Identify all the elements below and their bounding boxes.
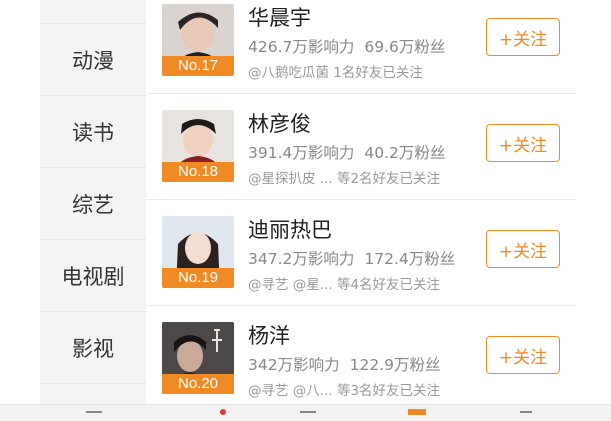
left-margin [0,0,40,420]
category-sidebar: 动漫 读书 综艺 电视剧 影视 [40,0,147,404]
notification-dot-icon [220,409,226,415]
right-margin [576,0,611,404]
list-item[interactable]: No.19 迪丽热巴 347.2万影响力 172.4万粉丝 @寻艺 @星... 等… [146,200,576,306]
avatar[interactable]: No.17 [162,4,234,76]
influence-ranking-list: No.17 华晨宇 426.7万影响力 69.6万粉丝 @八鹅吃瓜菌 1名好友已关… [146,0,576,404]
sidebar-item-previous[interactable] [40,0,146,24]
influence-value: 426.7万影响力 [248,38,355,56]
stats-line: 426.7万影响力 69.6万粉丝 [248,35,445,57]
friends-followed[interactable]: @星探扒皮 ... 等2名好友已关注 [248,167,440,187]
stats-line: 342万影响力 122.9万粉丝 [248,353,440,375]
rank-badge: No.17 [162,56,234,76]
avatar[interactable]: No.20 [162,322,234,394]
influence-value: 391.4万影响力 [248,144,355,162]
avatar[interactable]: No.18 [162,110,234,182]
friends-followed[interactable]: @寻艺 @八... 等3名好友已关注 [248,379,440,399]
tab-icon[interactable] [520,411,532,417]
bottom-tab-bar [0,404,611,421]
tab-icon[interactable] [86,411,102,417]
rank-badge: No.19 [162,268,234,288]
tab-icon[interactable] [408,409,426,415]
sidebar-item-label: 影视 [72,336,114,361]
tab-icon[interactable] [300,411,316,417]
fans-count: 122.9万粉丝 [349,356,441,374]
celebrity-name[interactable]: 杨洋 [248,320,290,350]
sidebar-item-label: 读书 [72,120,114,145]
sidebar-item-film[interactable]: 影视 [40,312,146,384]
celebrity-name[interactable]: 迪丽热巴 [248,214,332,244]
list-item[interactable]: No.17 华晨宇 426.7万影响力 69.6万粉丝 @八鹅吃瓜菌 1名好友已关… [146,0,576,94]
sidebar-item-tv-drama[interactable]: 电视剧 [40,240,146,312]
fans-count: 172.4万粉丝 [364,250,456,268]
celebrity-name[interactable]: 林彦俊 [248,108,311,138]
list-item[interactable]: No.18 林彦俊 391.4万影响力 40.2万粉丝 @星探扒皮 ... 等2名… [146,94,576,200]
rank-badge: No.18 [162,162,234,182]
sidebar-item-anime[interactable]: 动漫 [40,24,146,96]
rank-badge: No.20 [162,374,234,394]
follow-button[interactable]: +关注 [486,124,560,162]
stats-line: 391.4万影响力 40.2万粉丝 [248,141,445,163]
sidebar-item-reading[interactable]: 读书 [40,96,146,168]
follow-button[interactable]: +关注 [486,18,560,56]
follow-button[interactable]: +关注 [486,336,560,374]
friends-followed[interactable]: @八鹅吃瓜菌 1名好友已关注 [248,61,423,81]
sidebar-item-variety[interactable]: 综艺 [40,168,146,240]
follow-button[interactable]: +关注 [486,230,560,268]
fans-count: 40.2万粉丝 [364,144,446,162]
sidebar-item-label: 综艺 [72,192,114,217]
fans-count: 69.6万粉丝 [364,38,446,56]
friends-followed[interactable]: @寻艺 @星... 等4名好友已关注 [248,273,440,293]
influence-value: 342万影响力 [248,356,340,374]
list-item[interactable]: No.20 杨洋 342万影响力 122.9万粉丝 @寻艺 @八... 等3名好友… [146,306,576,412]
avatar[interactable]: No.19 [162,216,234,288]
stats-line: 347.2万影响力 172.4万粉丝 [248,247,455,269]
sidebar-item-label: 电视剧 [61,264,125,289]
celebrity-name[interactable]: 华晨宇 [248,2,311,32]
sidebar-item-label: 动漫 [72,48,114,73]
influence-value: 347.2万影响力 [248,250,355,268]
